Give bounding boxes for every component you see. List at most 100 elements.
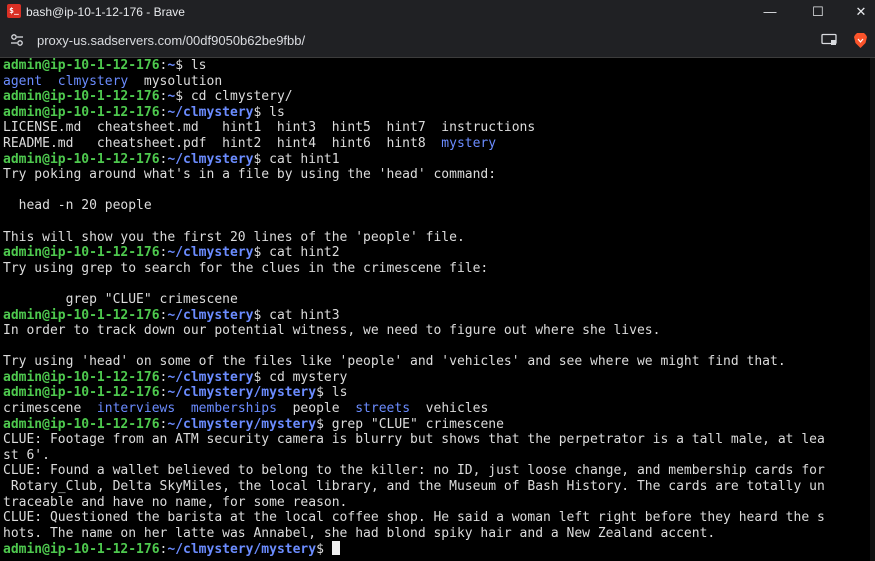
- minimize-button[interactable]: —: [747, 0, 793, 24]
- close-button[interactable]: ✕: [838, 0, 875, 24]
- terminal-line: README.md cheatsheet.pdf hint2 hint4 hin…: [3, 136, 825, 152]
- prompt-path: ~/clmystery: [167, 104, 254, 120]
- terminal-line: Rotary_Club, Delta SkyMiles, the local l…: [3, 479, 825, 495]
- site-settings-icon[interactable]: [10, 33, 24, 47]
- terminal-line: Try using 'head' on some of the files li…: [3, 354, 825, 370]
- prompt-path: ~/clmystery: [167, 369, 254, 385]
- prompt-user: admin@ip-10-1-12-176: [3, 385, 160, 401]
- terminal-text: $ ls: [175, 58, 207, 73]
- terminal-line: admin@ip-10-1-12-176:~/clmystery$ cat hi…: [3, 245, 825, 261]
- terminal-line: traceable and have no name, for some rea…: [3, 495, 825, 511]
- terminal-text: st 6'.: [3, 447, 50, 463]
- terminal-text: hots. The name on her latte was Annabel,…: [3, 525, 716, 541]
- terminal-line: agent clmystery mysolution: [3, 74, 825, 90]
- brave-shields-icon[interactable]: [853, 32, 868, 49]
- terminal-text: In order to track down our potential wit…: [3, 323, 661, 339]
- terminal-line: head -n 20 people: [3, 198, 825, 214]
- prompt-user: admin@ip-10-1-12-176: [3, 245, 160, 261]
- terminal-text: README.md cheatsheet.pdf hint2 hint4 hin…: [3, 135, 442, 151]
- terminal-line: admin@ip-10-1-12-176:~$ ls: [3, 58, 825, 74]
- terminal-text: head -n 20 people: [3, 198, 152, 214]
- window-title: bash@ip-10-1-12-176 - Brave: [26, 5, 185, 19]
- terminal-lines: admin@ip-10-1-12-176:~$ ls agent clmyster…: [3, 58, 825, 557]
- cast-icon[interactable]: [821, 33, 837, 47]
- terminal-text: $ cd mystery: [253, 369, 348, 385]
- url-field[interactable]: proxy-us.sadservers.com/00df9050b62be9fb…: [37, 24, 305, 57]
- terminal-text: crimescene: [3, 401, 97, 417]
- terminal-line: admin@ip-10-1-12-176:~$ cd clmystery/: [3, 89, 825, 105]
- terminal-line: In order to track down our potential wit…: [3, 323, 825, 339]
- terminal-line: This will show you the first 20 lines of…: [3, 230, 825, 246]
- prompt-user: admin@ip-10-1-12-176: [3, 151, 160, 167]
- prompt-path: ~/clmystery/mystery: [167, 385, 317, 401]
- terminal-text: $ cat hint3: [253, 307, 340, 323]
- terminal-line: LICENSE.md cheatsheet.md hint1 hint3 hin…: [3, 120, 825, 136]
- prompt-user: admin@ip-10-1-12-176: [3, 369, 160, 385]
- terminal-line: crimescene interviews memberships people…: [3, 401, 825, 417]
- terminal-text: Try using 'head' on some of the files li…: [3, 354, 786, 370]
- terminal-text: This will show you the first 20 lines of…: [3, 229, 465, 245]
- terminal-text: traceable and have no name, for some rea…: [3, 494, 348, 510]
- terminal-scrollbar[interactable]: [870, 58, 875, 561]
- terminal-text: $: [316, 542, 332, 558]
- terminal-line: CLUE: Footage from an ATM security camer…: [3, 432, 825, 448]
- prompt-path: ~/clmystery: [167, 307, 254, 323]
- terminal-text: Try poking around what's in a file by us…: [3, 167, 497, 183]
- terminal-text: $ cat hint1: [253, 151, 340, 167]
- terminal-line: admin@ip-10-1-12-176:~/clmystery/mystery…: [3, 541, 825, 557]
- terminal-output[interactable]: admin@ip-10-1-12-176:~$ ls agent clmyster…: [0, 58, 870, 561]
- terminal-text: $ ls: [253, 104, 285, 120]
- terminal-line: admin@ip-10-1-12-176:~/clmystery/mystery…: [3, 385, 825, 401]
- directory-entry: memberships: [190, 401, 277, 417]
- terminal-text: people: [276, 401, 356, 417]
- terminal-text: mysolution: [128, 73, 223, 89]
- prompt-user: admin@ip-10-1-12-176: [3, 89, 160, 105]
- address-bar: proxy-us.sadservers.com/00df9050b62be9fb…: [0, 24, 875, 58]
- terminal-app-icon: $_: [7, 4, 21, 18]
- terminal-line: admin@ip-10-1-12-176:~/clmystery$ cat hi…: [3, 308, 825, 324]
- terminal-line: CLUE: Questioned the barista at the loca…: [3, 510, 825, 526]
- terminal-text: LICENSE.md cheatsheet.md hint1 hint3 hin…: [3, 120, 536, 136]
- title-bar: $_ bash@ip-10-1-12-176 - Brave — ☐ ✕: [0, 0, 875, 24]
- terminal-line: admin@ip-10-1-12-176:~/clmystery$ cat hi…: [3, 152, 825, 168]
- terminal-text: vehicles: [410, 401, 489, 417]
- prompt-user: admin@ip-10-1-12-176: [3, 58, 160, 73]
- terminal-text: CLUE: Found a wallet believed to belong …: [3, 463, 825, 479]
- terminal-text: CLUE: Questioned the barista at the loca…: [3, 510, 825, 526]
- terminal-line: admin@ip-10-1-12-176:~/clmystery$ cd mys…: [3, 370, 825, 386]
- directory-entry: streets: [355, 401, 411, 417]
- directory-entry: mystery: [441, 135, 497, 151]
- directory-entry: clmystery: [57, 73, 129, 89]
- terminal-text: $ cd clmystery/: [175, 89, 293, 105]
- prompt-user: admin@ip-10-1-12-176: [3, 416, 160, 432]
- maximize-button[interactable]: ☐: [795, 0, 841, 24]
- terminal-line: st 6'.: [3, 448, 825, 464]
- prompt-user: admin@ip-10-1-12-176: [3, 307, 160, 323]
- terminal-text: $ ls: [316, 385, 348, 401]
- prompt-path: ~/clmystery: [167, 245, 254, 261]
- terminal-line: grep "CLUE" crimescene: [3, 292, 825, 308]
- terminal-line: hots. The name on her latte was Annabel,…: [3, 526, 825, 542]
- terminal-line: CLUE: Found a wallet believed to belong …: [3, 463, 825, 479]
- terminal-text: CLUE: Footage from an ATM security camer…: [3, 432, 825, 448]
- terminal-line: admin@ip-10-1-12-176:~/clmystery$ ls: [3, 105, 825, 121]
- terminal-line: Try using grep to search for the clues i…: [3, 261, 825, 277]
- terminal-text: $ grep "CLUE" crimescene: [316, 416, 504, 432]
- terminal-text: Try using grep to search for the clues i…: [3, 260, 489, 276]
- prompt-path: ~/clmystery/mystery: [167, 416, 317, 432]
- prompt-user: admin@ip-10-1-12-176: [3, 104, 160, 120]
- terminal-text: grep "CLUE" crimescene: [3, 291, 238, 307]
- terminal-text: Rotary_Club, Delta SkyMiles, the local l…: [3, 479, 825, 495]
- directory-entry: interviews: [96, 401, 176, 417]
- prompt-path: ~/clmystery/mystery: [167, 542, 317, 558]
- prompt-user: admin@ip-10-1-12-176: [3, 542, 160, 558]
- terminal-cursor: [331, 541, 340, 556]
- terminal-line: admin@ip-10-1-12-176:~/clmystery/mystery…: [3, 417, 825, 433]
- terminal-text: $ cat hint2: [253, 245, 340, 261]
